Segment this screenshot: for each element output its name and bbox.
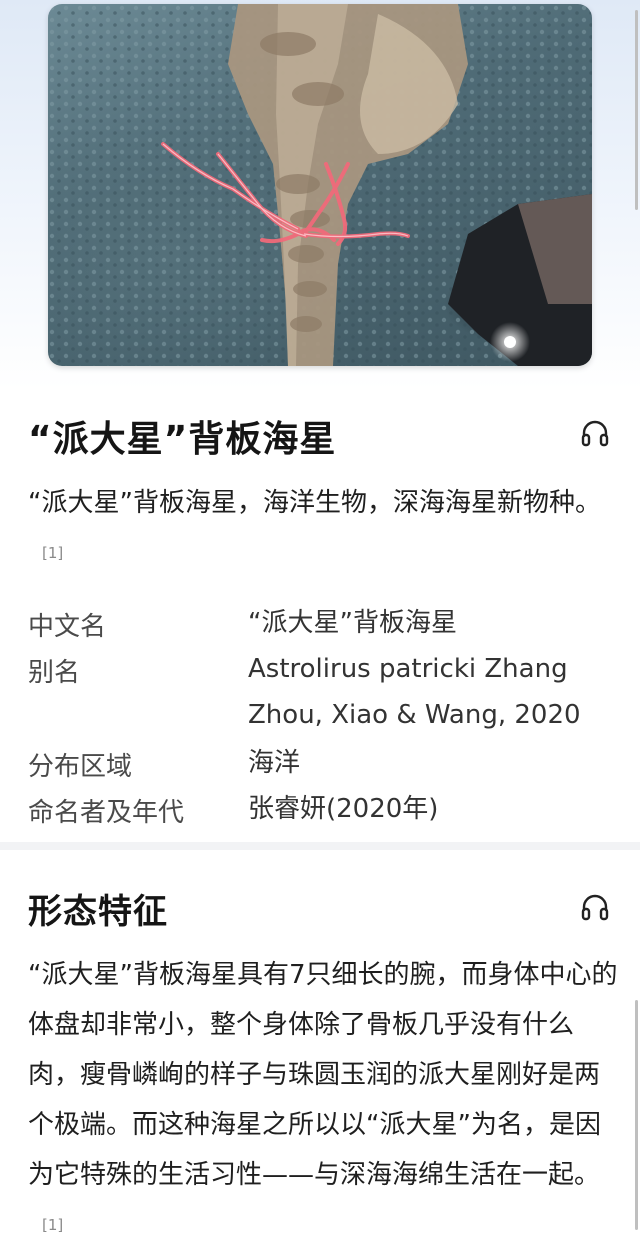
section-title: 形态特征 <box>28 892 168 932</box>
scroll-indicator-top <box>635 10 638 210</box>
hero-image[interactable] <box>48 4 592 366</box>
citation-link[interactable]: [1] <box>42 1216 63 1234</box>
section-divider <box>0 842 640 850</box>
headphones-icon <box>581 420 609 447</box>
info-value[interactable]: 张睿妍(2020年) <box>248 786 608 832</box>
info-key: 中文名 <box>28 612 107 642</box>
headphones-icon <box>581 894 609 921</box>
section-text: “派大星”背板海星具有7只细长的腕，而身体中心的体盘却非常小，整个身体除了骨板几… <box>28 960 618 1190</box>
info-key: 分布区域 <box>28 752 133 782</box>
intro-text: “派大星”背板海星，海洋生物，深海海星新物种。 <box>28 488 601 518</box>
starfish-photo <box>48 4 592 366</box>
citation-link[interactable]: [1] <box>42 544 63 562</box>
page-title: “派大星”背板海星 <box>28 419 337 460</box>
listen-button[interactable] <box>580 892 610 922</box>
listen-button[interactable] <box>580 418 610 448</box>
scroll-indicator <box>635 1000 638 1230</box>
info-value: Astrolirus patricki Zhang Zhou, Xiao & W… <box>248 654 581 730</box>
section-paragraph: “派大星”背板海星具有7只细长的腕，而身体中心的体盘却非常小，整个身体除了骨板几… <box>28 950 618 1253</box>
info-key: 别名 <box>28 658 81 688</box>
info-key: 命名者及年代 <box>28 798 185 828</box>
info-value[interactable]: 海洋 <box>248 740 608 786</box>
intro-paragraph: “派大星”背板海星，海洋生物，深海海星新物种。 [1] <box>28 478 618 581</box>
info-value: “派大星”背板海星 <box>248 608 457 638</box>
